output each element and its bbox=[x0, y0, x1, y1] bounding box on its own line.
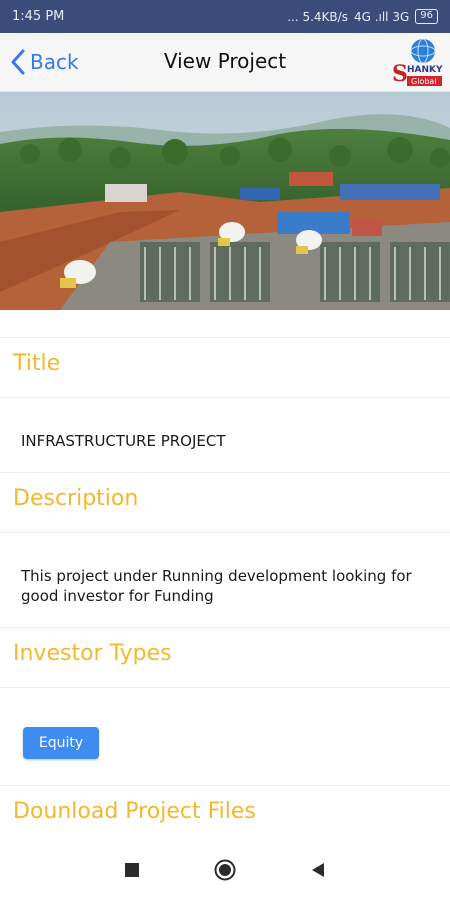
title-value-row: INFRASTRUCTURE PROJECT bbox=[0, 397, 450, 472]
description-value-row: This project under Running development l… bbox=[0, 532, 450, 627]
title-heading-row: Title bbox=[0, 337, 450, 397]
download-files-heading[interactable]: Dounload Project Files bbox=[13, 799, 256, 824]
project-description-value: This project under Running development l… bbox=[21, 567, 412, 605]
title-heading: Title bbox=[13, 351, 61, 376]
svg-text:S: S bbox=[392, 61, 408, 87]
description-heading: Description bbox=[13, 486, 139, 511]
system-nav-bar bbox=[0, 840, 450, 900]
battery-icon: 96 bbox=[415, 9, 438, 24]
project-title-value: INFRASTRUCTURE PROJECT bbox=[21, 432, 226, 450]
investor-type-badge[interactable]: Equity bbox=[23, 727, 99, 759]
back-triangle-icon[interactable] bbox=[308, 860, 328, 880]
svg-text:HANKY: HANKY bbox=[407, 65, 443, 75]
investor-types-heading-row: Investor Types bbox=[0, 627, 450, 687]
network-speed: ... 5.4KB/s bbox=[287, 9, 348, 24]
signal-indicator: 4G .ıll 3G bbox=[353, 9, 410, 24]
shanky-global-logo: S HANKY Global bbox=[392, 38, 443, 87]
app-bar: Back View Project S HANKY Global bbox=[0, 33, 450, 92]
status-icons: ... 5.4KB/s 4G .ıll 3G 96 bbox=[287, 9, 438, 24]
svg-text:Global: Global bbox=[411, 77, 437, 86]
status-time: 1:45 PM bbox=[12, 9, 65, 24]
project-image bbox=[0, 92, 450, 310]
page-title: View Project bbox=[163, 49, 287, 73]
home-icon[interactable] bbox=[214, 859, 236, 881]
investor-types-heading: Investor Types bbox=[13, 641, 172, 666]
download-heading-row[interactable]: Dounload Project Files bbox=[0, 785, 450, 840]
recent-apps-icon[interactable] bbox=[122, 860, 142, 880]
status-bar: 1:45 PM ... 5.4KB/s 4G .ıll 3G 96 bbox=[0, 0, 450, 33]
description-heading-row: Description bbox=[0, 472, 450, 532]
